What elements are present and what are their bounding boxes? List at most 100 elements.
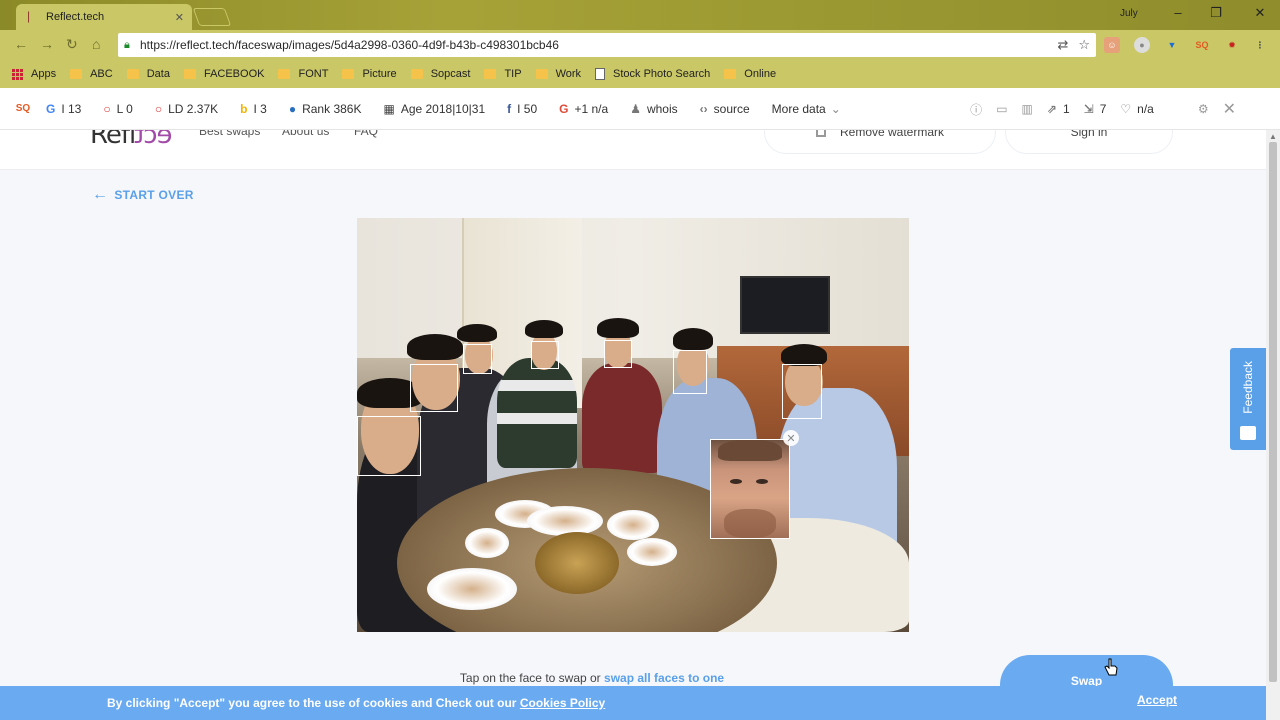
bookmark-label: ABC [90, 68, 113, 80]
extension-circle-icon[interactable]: ● [1134, 37, 1150, 53]
window-close-icon[interactable]: ✕ [1250, 5, 1270, 21]
bookmark-work[interactable]: Work [535, 68, 581, 80]
face-box[interactable] [604, 340, 632, 368]
seo-gplus[interactable]: G +1 n/a [559, 102, 608, 116]
seo-close-icon[interactable]: ✕ [1223, 99, 1236, 119]
scroll-up-icon[interactable]: ▲ [1269, 132, 1277, 141]
nav-about-us[interactable]: About us [282, 130, 329, 138]
bookmark-data[interactable]: Data [126, 68, 170, 80]
face-box-selected[interactable] [710, 439, 790, 539]
profile-name[interactable]: July [1120, 8, 1138, 19]
bookmark-star-icon[interactable]: ☆ [1078, 37, 1090, 53]
seo-rank[interactable]: ● Rank 386K [289, 102, 362, 116]
feedback-message-icon [1240, 426, 1256, 440]
seo-more-data[interactable]: More data ⌄ [772, 102, 841, 116]
bookmark-online[interactable]: Online [724, 68, 776, 80]
minimize-icon[interactable]: – [1168, 5, 1188, 20]
seo-value: whois [646, 101, 678, 116]
sign-in-button[interactable]: Sign in [1005, 130, 1173, 154]
face-box[interactable] [673, 350, 707, 394]
info-icon[interactable]: ⓘ [970, 101, 982, 118]
translate-icon[interactable]: ⇄ [1057, 37, 1068, 53]
address-bar[interactable]: 🔒︎ https://reflect.tech/faceswap/images/… [118, 33, 1096, 57]
bookmark-facebook[interactable]: FACEBOOK [183, 68, 264, 80]
seo-value: n/a [1137, 102, 1154, 116]
seo-bing-index[interactable]: b I 3 [240, 102, 267, 116]
seo-value: LD 2.37K [168, 101, 219, 116]
seo-whois[interactable]: ♟ whois [630, 102, 677, 116]
scroll-thumb[interactable] [1269, 142, 1277, 682]
extension-face-icon[interactable]: ☺ [1104, 37, 1120, 53]
bookmark-sopcast[interactable]: Sopcast [410, 68, 470, 80]
seoquake-logo-icon[interactable]: SQ [8, 94, 38, 124]
feedback-tab[interactable]: Feedback [1230, 348, 1266, 450]
url-text[interactable]: https://reflect.tech/faceswap/images/5d4… [140, 38, 1047, 52]
logo-left: Refl [90, 130, 136, 150]
accept-cookies-link[interactable]: Accept [1137, 693, 1177, 707]
reflect-favicon-icon: ❘ [24, 11, 34, 23]
face-box[interactable] [357, 416, 421, 476]
tab-close-icon[interactable]: ✕ [175, 11, 184, 24]
bookmark-picture[interactable]: Picture [342, 68, 397, 80]
bookmark-font[interactable]: FONT [278, 68, 328, 80]
calendar-icon: ▦ [383, 101, 395, 116]
apps-grid-icon [12, 68, 23, 80]
folder-icon [278, 69, 291, 79]
seo-settings-icon[interactable]: ⚙ [1198, 102, 1209, 116]
nav-best-swaps[interactable]: Best swaps [199, 130, 260, 138]
bar-chart-icon[interactable]: ▥ [1022, 102, 1033, 116]
seo-external-links[interactable]: ⇗ 1 [1047, 102, 1070, 116]
restore-icon[interactable]: ❐ [1206, 5, 1226, 21]
person-hair [525, 320, 563, 338]
arrow-left-icon: ← [92, 186, 109, 203]
home-icon[interactable]: ⌂ [92, 36, 100, 52]
bookmark-label: Data [146, 68, 170, 80]
back-icon[interactable]: ← [14, 36, 28, 52]
face-box[interactable] [531, 341, 559, 369]
reload-icon[interactable]: ↻ [66, 36, 78, 53]
seo-value: I 3 [253, 101, 267, 116]
bookmark-abc[interactable]: ABC [70, 68, 113, 80]
new-tab-button[interactable] [192, 8, 232, 26]
face-box[interactable] [782, 364, 822, 419]
seo-facebook[interactable]: f I 50 [507, 102, 537, 116]
swap-all-faces-link[interactable]: swap all faces to one [604, 671, 724, 685]
cookie-text: By clicking "Accept" you agree to the us… [107, 696, 605, 710]
bookmark-apps[interactable]: Apps [12, 68, 56, 80]
start-over-link[interactable]: ← START OVER [92, 186, 194, 204]
chrome-menu-icon[interactable]: ⋮ [1252, 37, 1268, 53]
bookmark-tip[interactable]: TIP [484, 68, 522, 80]
food-plate [527, 506, 603, 536]
lock-icon[interactable]: 🔒︎ [124, 39, 134, 51]
seo-age[interactable]: ▦ Age 2018|10|31 [383, 102, 485, 116]
photo-monitor [740, 276, 830, 334]
seo-value: 1 [1062, 102, 1070, 116]
face-box[interactable] [410, 364, 458, 412]
extension-shield-icon[interactable]: ▼ [1164, 37, 1180, 53]
remove-watermark-button[interactable]: Remove watermark [764, 130, 996, 154]
folder-icon [410, 69, 423, 79]
nav-faq[interactable]: FAQ [354, 130, 378, 138]
bookmark-label: Stock Photo Search [613, 68, 711, 80]
seo-links[interactable]: ○ L 0 [103, 102, 133, 116]
seo-google-index[interactable]: G I 13 [46, 102, 81, 116]
seo-heart[interactable]: ♡ n/a [1120, 102, 1153, 116]
seo-link-domain[interactable]: ○ LD 2.37K [155, 102, 218, 116]
food-plate [607, 510, 659, 540]
forward-icon[interactable]: → [40, 36, 54, 52]
extension-gear-icon[interactable]: ✹ [1224, 37, 1240, 53]
seo-internal-links[interactable]: ⇲ 7 [1084, 102, 1107, 116]
monitor-icon[interactable]: ▭ [996, 102, 1007, 116]
cookies-policy-link[interactable]: Cookies Policy [520, 696, 605, 710]
face-box[interactable] [463, 344, 492, 374]
page-scrollbar[interactable]: ▲ [1266, 130, 1280, 720]
seo-source[interactable]: ‹› source [700, 102, 750, 116]
browser-tab[interactable]: ❘ Reflect.tech ✕ [16, 4, 192, 30]
chevron-down-icon: ⌄ [830, 101, 841, 116]
person-icon: ♟ [630, 101, 641, 116]
bookmark-stock-photo-search[interactable]: Stock Photo Search [595, 68, 710, 80]
seo-value: source [713, 101, 750, 116]
reflect-logo[interactable]: Reflect [90, 130, 173, 150]
remove-face-close-icon[interactable]: ✕ [783, 430, 799, 446]
extension-sq-icon[interactable]: SQ [1194, 37, 1210, 53]
